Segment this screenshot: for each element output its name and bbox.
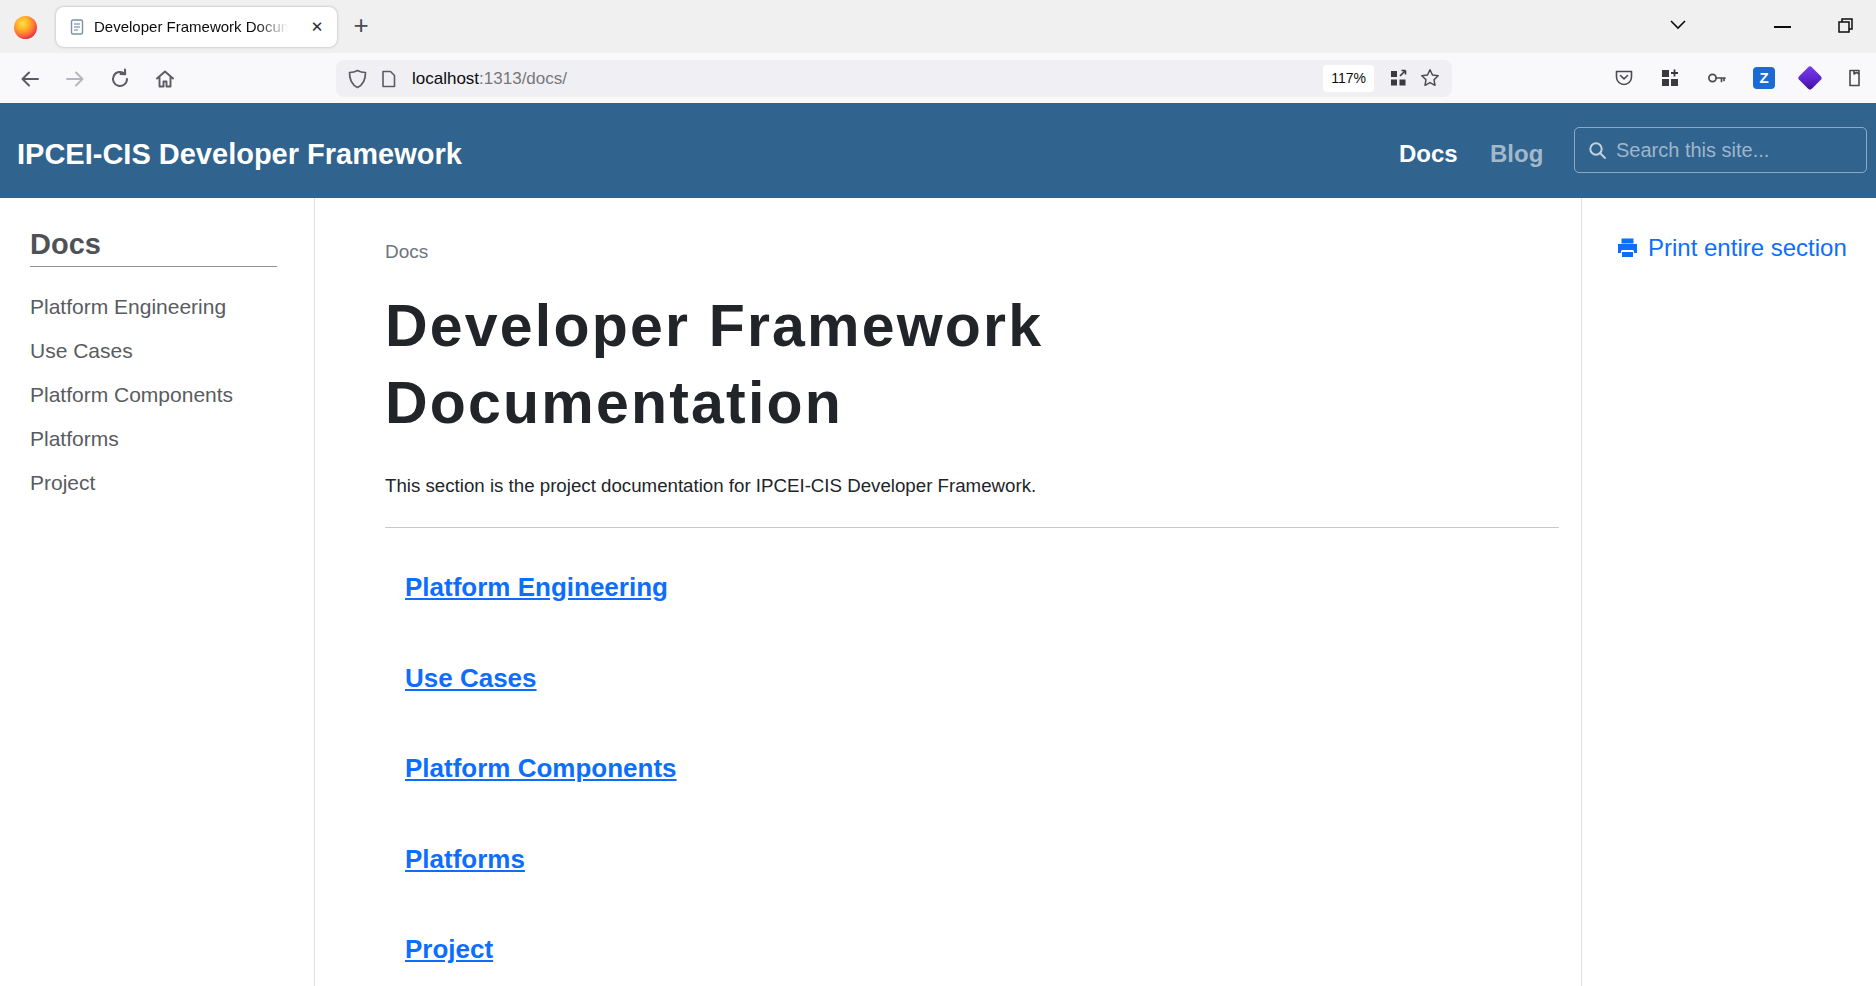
sidebar-title[interactable]: Docs [30,230,314,259]
zoom-level-badge[interactable]: 117% [1323,65,1374,92]
search-icon [1588,141,1607,160]
tab-strip: Developer Framework Documentation ✕ + [0,0,1876,53]
sidebar-item-platform-components[interactable]: Platform Components [30,373,314,417]
url-host: localhost [412,69,479,88]
tab-close-icon[interactable]: ✕ [306,16,328,38]
reload-button[interactable] [109,68,131,90]
forward-button[interactable] [64,68,86,90]
section-entries: Platform Engineering Use Cases Platform … [405,574,1559,986]
page-title: Developer Framework Documentation [385,288,1365,442]
sidebar-item-platform-engineering[interactable]: Platform Engineering [30,285,314,329]
header-nav-blog[interactable]: Blog [1490,140,1543,168]
main-content: Docs Developer Framework Documentation T… [315,198,1581,986]
sidebar-divider [30,266,277,267]
page-favicon-icon [69,19,85,35]
home-button[interactable] [154,68,176,90]
sidebar-item-use-cases[interactable]: Use Cases [30,329,314,373]
url-text[interactable]: localhost:1313/docs/ [412,60,567,97]
window-restore-button[interactable] [1836,16,1855,35]
extensions-icon[interactable] [1660,68,1680,88]
intro-paragraph: This section is the project documentatio… [385,476,1559,496]
tab-title: Developer Framework Documentation [94,7,292,47]
print-section-label: Print entire section [1648,234,1847,262]
new-tab-button[interactable]: + [348,10,374,42]
search-placeholder: Search this site... [1616,139,1769,162]
entry-platforms: Platforms [405,846,1559,937]
tabs-dropdown-chevron-icon[interactable] [1668,18,1688,32]
pocket-icon[interactable] [1614,68,1634,88]
entry-platform-components: Platform Components [405,755,1559,846]
sidebar-item-platforms[interactable]: Platforms [30,417,314,461]
browser-tab[interactable]: Developer Framework Documentation ✕ [56,7,337,47]
site-title[interactable]: IPCEI-CIS Developer Framework [17,139,462,169]
container-squares-icon[interactable] [1389,69,1408,88]
sidebar-nav: Platform Engineering Use Cases Platform … [30,285,314,505]
entry-platform-engineering: Platform Engineering [405,574,1559,665]
bookmark-star-icon[interactable] [1420,68,1440,88]
breadcrumb[interactable]: Docs [385,242,1559,262]
firefox-logo-icon[interactable] [14,16,37,39]
browser-toolbar: localhost:1313/docs/ 117% [0,53,1876,103]
site-header: IPCEI-CIS Developer Framework Docs Blog … [0,103,1876,198]
site-search-box[interactable]: Search this site... [1574,127,1867,173]
sidebar-toggle-icon[interactable] [1845,68,1864,88]
entry-project: Project [405,936,1559,986]
sidebar-item-project[interactable]: Project [30,461,314,505]
window-minimize-button[interactable] [1774,26,1791,28]
url-bar[interactable]: localhost:1313/docs/ 117% [336,60,1452,97]
content-divider [385,527,1559,528]
password-key-icon[interactable] [1706,68,1727,88]
back-button[interactable] [19,68,41,90]
printer-icon [1616,237,1639,259]
page-info-icon[interactable] [380,70,397,88]
gem-extension-icon[interactable] [1797,65,1822,90]
left-sidebar: Docs Platform Engineering Use Cases Plat… [0,198,315,986]
tracking-shield-icon[interactable] [348,69,367,89]
entry-use-cases: Use Cases [405,665,1559,756]
zotero-icon[interactable]: Z [1753,67,1775,89]
url-path: :1313/docs/ [479,69,567,88]
right-rail: Print entire section [1581,198,1876,986]
header-nav-docs[interactable]: Docs [1399,140,1458,168]
print-section-link[interactable]: Print entire section [1616,234,1876,262]
